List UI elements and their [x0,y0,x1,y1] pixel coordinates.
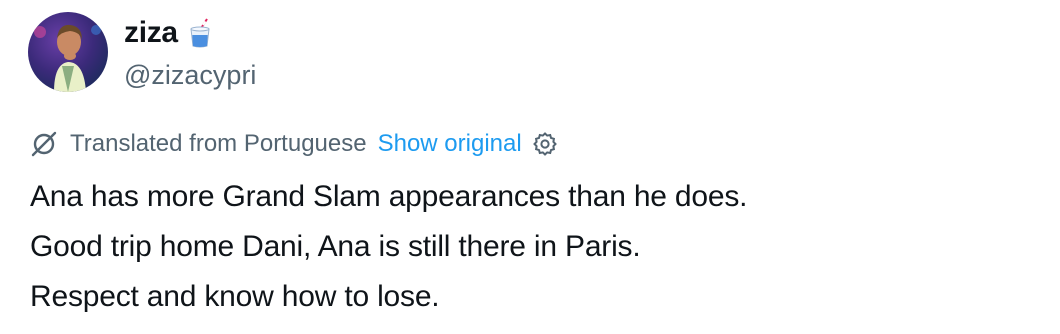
profile-photo [28,12,108,92]
tweet-text: Ana has more Grand Slam appearances than… [30,172,748,322]
tweet-card: ziza @zizacypri Translated from Portugue… [0,0,1060,334]
display-name[interactable]: ziza [124,16,178,50]
translate-icon [30,130,58,158]
author-name-row[interactable]: ziza [124,14,256,52]
gear-icon[interactable] [532,131,558,157]
author-handle[interactable]: @zizacypri [124,60,256,91]
tweet-text-line: Respect and know how to lose. [30,280,440,313]
show-original-link[interactable]: Show original [378,130,522,158]
translation-bar: Translated from Portuguese Show original [30,126,558,162]
translation-label: Translated from Portuguese [70,130,367,157]
avatar[interactable] [28,12,108,92]
author-info: ziza @zizacypri [124,14,256,91]
tweet-text-line: Good trip home Dani, Ana is still there … [30,230,641,263]
tweet-text-line: Ana has more Grand Slam appearances than… [30,180,748,213]
drink-with-straw-icon [188,18,212,48]
